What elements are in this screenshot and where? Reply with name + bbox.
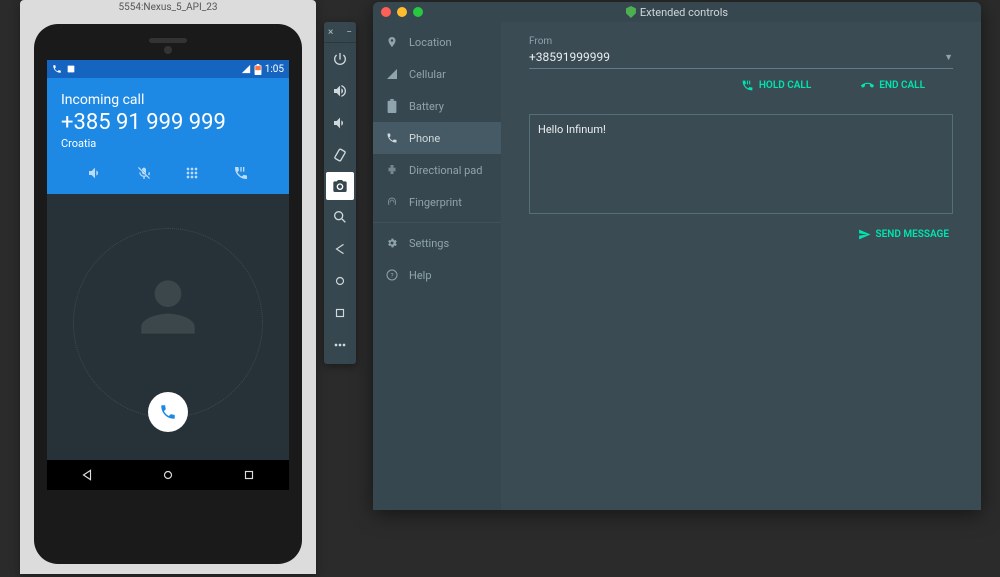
statusbar-time: 1:05 — [265, 64, 284, 75]
from-value: +38591999999 — [529, 50, 610, 64]
end-call-button[interactable]: END CALL — [861, 79, 925, 92]
signal-icon — [385, 68, 399, 80]
toolbar-volume-down-icon[interactable] — [324, 107, 356, 139]
mute-icon[interactable] — [135, 164, 153, 182]
toolbar-zoom-icon[interactable] — [324, 201, 356, 233]
message-textarea[interactable] — [529, 114, 953, 214]
hold-call-label: HOLD CALL — [759, 80, 811, 91]
battery-icon — [254, 64, 262, 75]
phone-icon — [385, 132, 399, 144]
sidebar-item-help[interactable]: ? Help — [373, 259, 501, 291]
speaker-icon[interactable] — [86, 164, 104, 182]
phone-panel: From +38591999999 ▼ HOLD CALL END CALL — [501, 22, 981, 510]
help-icon: ? — [385, 269, 399, 281]
sidebar-item-fingerprint[interactable]: Fingerprint — [373, 186, 501, 218]
incoming-call-panel: Incoming call +385 91 999 999 Croatia — [47, 78, 289, 194]
sidebar-item-label: Battery — [409, 100, 444, 113]
nav-recent[interactable] — [242, 468, 256, 482]
chevron-down-icon[interactable]: ▼ — [944, 52, 953, 63]
extended-title: Extended controls — [640, 6, 728, 19]
android-statusbar: 1:05 — [47, 60, 289, 78]
sidebar-item-label: Settings — [409, 237, 449, 250]
card-status-icon — [66, 64, 76, 74]
dialpad-icon[interactable] — [183, 164, 201, 182]
toolbar-power-icon[interactable] — [324, 43, 356, 75]
device-frame: 1:05 Incoming call +385 91 999 999 Croat… — [34, 24, 302, 564]
toolbar-back-icon[interactable] — [324, 233, 356, 265]
call-body — [47, 194, 289, 462]
sidebar-item-label: Location — [409, 36, 452, 49]
hold-icon[interactable] — [232, 164, 250, 182]
fingerprint-icon — [385, 196, 399, 208]
sidebar-item-battery[interactable]: Battery — [373, 90, 501, 122]
svg-text:?: ? — [390, 272, 393, 280]
device-speaker — [149, 38, 187, 43]
sidebar-item-label: Phone — [409, 132, 440, 145]
device-camera — [164, 46, 172, 54]
dpad-icon — [385, 164, 399, 176]
emulator-title: 5554:Nexus_5_API_23 — [20, 0, 316, 16]
send-message-label: SEND MESSAGE — [876, 229, 949, 240]
shield-icon — [626, 6, 636, 18]
toolbar-minimize-icon[interactable]: − — [346, 27, 352, 38]
gear-icon — [385, 237, 399, 249]
battery-icon — [385, 99, 399, 113]
emulator-toolbar: × − — [324, 22, 356, 364]
toolbar-close-icon[interactable]: × — [328, 27, 333, 38]
phone-status-icon — [52, 64, 62, 74]
sidebar-item-label: Fingerprint — [409, 196, 462, 209]
call-number: +385 91 999 999 — [61, 110, 275, 135]
toolbar-more-icon[interactable] — [324, 329, 356, 361]
extended-titlebar[interactable]: Extended controls — [373, 2, 981, 22]
android-navbar — [47, 460, 289, 490]
from-input[interactable]: +38591999999 ▼ — [529, 47, 953, 69]
hold-call-button[interactable]: HOLD CALL — [741, 79, 811, 92]
nav-back[interactable] — [80, 468, 94, 482]
end-call-label: END CALL — [879, 80, 925, 91]
emulator-window: 5554:Nexus_5_API_23 1:05 Incoming call +… — [20, 0, 316, 574]
sidebar-item-location[interactable]: Location — [373, 26, 501, 58]
extended-sidebar: Location Cellular Battery Phone Directio… — [373, 22, 501, 510]
window-close-icon[interactable] — [381, 7, 391, 17]
call-title: Incoming call — [61, 92, 275, 108]
toolbar-overview-icon[interactable] — [324, 297, 356, 329]
window-zoom-icon[interactable] — [413, 7, 423, 17]
avatar-silhouette — [128, 262, 208, 352]
sidebar-item-phone[interactable]: Phone — [373, 122, 501, 154]
nav-home[interactable] — [161, 468, 175, 482]
signal-icon — [241, 64, 251, 74]
sidebar-item-dpad[interactable]: Directional pad — [373, 154, 501, 186]
answer-button[interactable] — [148, 392, 188, 432]
pin-icon — [385, 36, 399, 48]
device-screen[interactable]: 1:05 Incoming call +385 91 999 999 Croat… — [47, 60, 289, 490]
toolbar-rotate-icon[interactable] — [324, 139, 356, 171]
extended-controls-window: Extended controls Location Cellular Batt… — [373, 2, 981, 510]
window-minimize-icon[interactable] — [397, 7, 407, 17]
send-message-button[interactable]: SEND MESSAGE — [858, 228, 949, 241]
toolbar-home-icon[interactable] — [324, 265, 356, 297]
sidebar-item-settings[interactable]: Settings — [373, 227, 501, 259]
call-country: Croatia — [61, 137, 275, 150]
sidebar-item-cellular[interactable]: Cellular — [373, 58, 501, 90]
sidebar-divider — [373, 222, 501, 223]
from-label: From — [529, 36, 953, 47]
sidebar-item-label: Cellular — [409, 68, 446, 81]
toolbar-volume-up-icon[interactable] — [324, 75, 356, 107]
sidebar-item-label: Help — [409, 269, 432, 282]
sidebar-item-label: Directional pad — [409, 164, 482, 177]
toolbar-camera-icon[interactable] — [326, 172, 354, 200]
